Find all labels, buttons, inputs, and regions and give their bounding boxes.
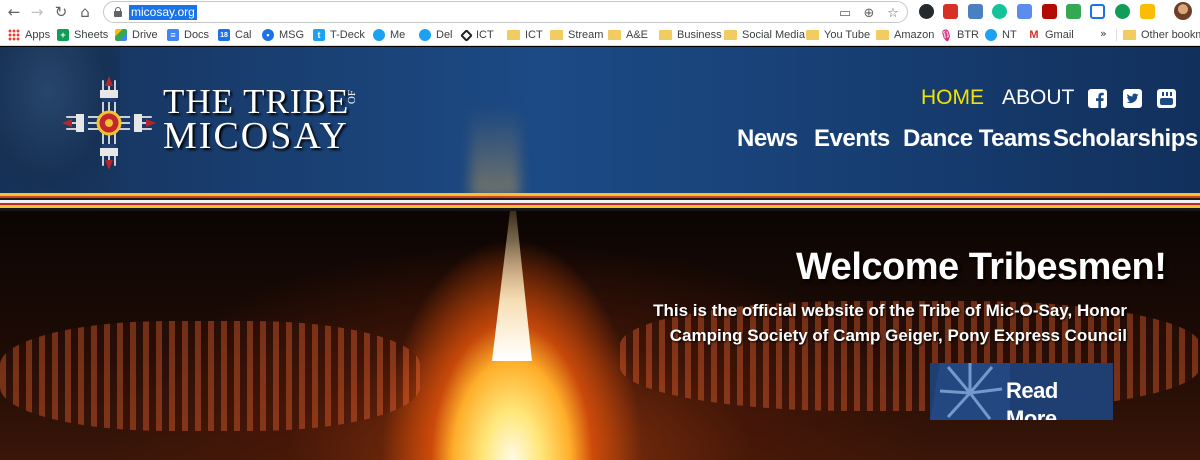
cast-icon[interactable]: ▭ (837, 5, 853, 21)
grammarly-extension-icon[interactable] (992, 4, 1007, 19)
bonfire-flame (492, 211, 532, 361)
sheets-icon: + (57, 29, 69, 41)
bookmark-sheets[interactable]: + Sheets (57, 27, 108, 43)
bookmark-apps[interactable]: Apps (8, 27, 50, 43)
back-icon[interactable]: ← (4, 2, 24, 22)
bookmark-amazon[interactable]: Amazon (876, 27, 934, 43)
header-glow (470, 107, 520, 193)
apps-grid-icon (8, 29, 20, 41)
bookmark-me[interactable]: Me (373, 27, 405, 43)
lock-icon (114, 7, 122, 17)
logo-title-of: OF (346, 90, 358, 105)
bookmark-you-tube[interactable]: You Tube (806, 27, 870, 43)
bookmark-ae[interactable]: A&E (608, 27, 648, 43)
pdf-extension-icon[interactable] (1042, 4, 1057, 19)
hero-description: This is the official website of the Trib… (607, 298, 1127, 348)
bookmark-btr[interactable]: 🎙 BTR (939, 27, 979, 43)
bookmark-stream[interactable]: Stream (550, 27, 603, 43)
twitter-bird-icon (419, 29, 431, 41)
folder-icon (724, 30, 737, 40)
youtube-icon[interactable] (1157, 89, 1176, 108)
twitter-icon[interactable] (1123, 89, 1142, 108)
calendar-icon: 18 (218, 29, 230, 41)
bookmark-nt[interactable]: NT (985, 27, 1017, 43)
docs-icon: ≡ (167, 29, 179, 41)
folder-icon (507, 30, 520, 40)
bookmark-t-deck[interactable]: t T-Deck (313, 27, 365, 43)
folder-icon (806, 30, 819, 40)
microphone-icon: 🎙 (939, 29, 953, 42)
clip-extension-icon[interactable] (1140, 4, 1155, 19)
header-color-stripes (0, 193, 1200, 211)
bookmark-gmail[interactable]: M Gmail (1028, 27, 1074, 43)
read-more-label: Read More (1006, 378, 1058, 420)
link-extension-icon[interactable] (1090, 4, 1105, 19)
hero-title: Welcome Tribesmen! (796, 246, 1167, 288)
nav-news[interactable]: News (737, 125, 798, 153)
folder-icon (1123, 30, 1136, 40)
diamond-icon (460, 28, 473, 42)
bookmarks-overflow-icon[interactable]: » (1100, 27, 1107, 40)
reload-icon[interactable]: ↻ (51, 2, 71, 22)
bookmark-del[interactable]: Del (419, 27, 453, 43)
url-text[interactable]: micosay.org (129, 5, 197, 20)
folder-icon (550, 30, 563, 40)
nav-scholarships[interactable]: Scholarships (1053, 125, 1198, 153)
bookmark-ict-1[interactable]: ICT (460, 27, 494, 43)
lastpass-extension-icon[interactable] (943, 4, 958, 19)
read-more-button[interactable]: Read More (930, 363, 1113, 420)
crowd-left (0, 321, 420, 431)
profile-avatar[interactable] (1174, 2, 1192, 20)
nav-events[interactable]: Events (814, 125, 890, 153)
camera-extension-icon[interactable] (1017, 4, 1032, 19)
burst-icon (930, 363, 1010, 420)
nav-dance-teams[interactable]: Dance Teams (903, 125, 1051, 153)
bookmark-other[interactable]: Other bookmarks (1123, 27, 1200, 43)
hero-description-line1: This is the official website of the Trib… (653, 301, 1127, 320)
star-icon[interactable]: ☆ (885, 5, 901, 21)
zoom-icon[interactable]: ⊕ (861, 5, 877, 21)
bookmark-drive[interactable]: Drive (115, 27, 158, 43)
nav-about[interactable]: ABOUT (1002, 86, 1074, 110)
forward-icon[interactable]: → (27, 2, 47, 22)
arrows-emblem-icon[interactable] (62, 76, 156, 170)
github-extension-icon[interactable] (919, 4, 934, 19)
hero-description-line2: Camping Society of Camp Geiger, Pony Exp… (669, 326, 1127, 345)
twitter-bird-icon (985, 29, 997, 41)
facebook-icon[interactable] (1088, 89, 1107, 108)
messages-icon: • (262, 29, 274, 41)
home-icon[interactable]: ⌂ (75, 2, 95, 22)
drive-icon (115, 29, 127, 41)
bookmark-ict-2[interactable]: ICT (507, 27, 543, 43)
bookmark-cal[interactable]: 18 Cal (218, 27, 252, 43)
logo-title-line2[interactable]: MICOSAY (163, 117, 349, 155)
bookmark-msg[interactable]: • MSG (262, 27, 304, 43)
tweetdeck-icon: t (313, 29, 325, 41)
twitter-bird-icon (373, 29, 385, 41)
screenshot-extension-icon[interactable] (968, 4, 983, 19)
evernote-extension-icon[interactable] (1115, 4, 1130, 19)
folder-icon (659, 30, 672, 40)
bookmark-social-media[interactable]: Social Media (724, 27, 805, 43)
logo-title-line1[interactable]: THE TRIBE (163, 84, 349, 119)
bookmarks-bar: Apps + Sheets Drive ≡ Docs 18 Cal • MSG t T-D… (0, 24, 1200, 46)
classroom-extension-icon[interactable] (1066, 4, 1081, 19)
folder-icon (608, 30, 621, 40)
bookmark-business[interactable]: Business (659, 27, 722, 43)
nav-home[interactable]: HOME (921, 86, 984, 110)
bookmarks-divider (1116, 29, 1117, 41)
address-bar[interactable]: micosay.org ▭ ⊕ ☆ (103, 1, 908, 23)
folder-icon (876, 30, 889, 40)
bookmark-docs[interactable]: ≡ Docs (167, 27, 209, 43)
browser-toolbar: ← → ↻ ⌂ micosay.org ▭ ⊕ ☆ (0, 0, 1200, 24)
gmail-icon: M (1028, 29, 1040, 41)
